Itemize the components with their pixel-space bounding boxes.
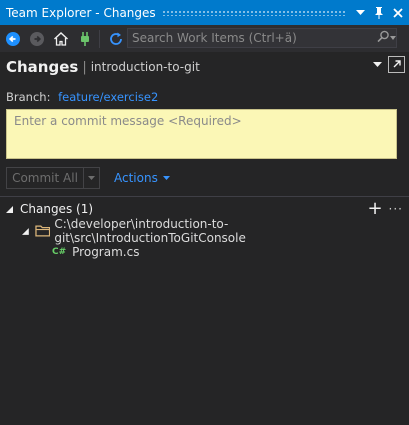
search-icon bbox=[376, 30, 390, 46]
back-icon[interactable] bbox=[2, 28, 24, 50]
more-options-button[interactable]: ··· bbox=[389, 202, 403, 216]
header-separator: | bbox=[82, 59, 87, 75]
page-header: Changes | introduction-to-git bbox=[0, 52, 409, 82]
pin-icon[interactable] bbox=[371, 5, 387, 21]
close-icon[interactable] bbox=[390, 5, 406, 21]
section-divider bbox=[0, 196, 409, 197]
section-actions: + ··· bbox=[367, 199, 403, 219]
changes-section-label: Changes (1) bbox=[20, 202, 94, 216]
commit-all-button[interactable]: Commit All bbox=[6, 167, 84, 189]
team-explorer-toolbar bbox=[0, 25, 409, 52]
titlebar-grip[interactable] bbox=[161, 9, 346, 16]
home-icon[interactable] bbox=[50, 28, 72, 50]
repository-name: introduction-to-git bbox=[90, 60, 200, 74]
actions-label: Actions bbox=[114, 171, 158, 185]
folder-icon bbox=[35, 225, 50, 237]
collapse-triangle-icon[interactable] bbox=[22, 227, 29, 235]
commit-message-input[interactable] bbox=[7, 110, 396, 158]
window-title: Team Explorer - Changes bbox=[6, 5, 156, 20]
chevron-down-icon[interactable] bbox=[352, 5, 368, 21]
branch-row: Branch: feature/exercise2 bbox=[6, 90, 158, 104]
stage-all-button[interactable]: + bbox=[367, 200, 382, 218]
collapse-triangle-icon[interactable] bbox=[6, 205, 16, 213]
page-title[interactable]: Changes bbox=[0, 58, 78, 76]
commit-message-box[interactable] bbox=[6, 109, 397, 159]
branch-label: Branch: bbox=[6, 90, 51, 104]
tree-folder-item[interactable]: C:\developer\introduction-to-git\src\Int… bbox=[22, 217, 409, 245]
search-work-items-field[interactable] bbox=[127, 28, 397, 48]
chevron-down-icon bbox=[373, 61, 382, 67]
file-name: Program.cs bbox=[72, 245, 140, 259]
chevron-down-icon bbox=[88, 176, 95, 180]
chevron-down-icon bbox=[389, 36, 396, 40]
header-actions bbox=[373, 56, 405, 73]
refresh-icon[interactable] bbox=[105, 28, 127, 50]
forward-icon[interactable] bbox=[26, 28, 48, 50]
plug-icon[interactable] bbox=[74, 28, 96, 50]
actions-menu[interactable]: Actions bbox=[114, 171, 170, 185]
changes-section-header[interactable]: Changes (1) + ··· bbox=[0, 199, 409, 219]
toolbar-separator bbox=[99, 29, 100, 48]
undock-icon[interactable] bbox=[388, 56, 405, 73]
tree-file-item[interactable]: C# Program.cs bbox=[52, 243, 139, 261]
page-menu-dropdown[interactable] bbox=[373, 61, 382, 68]
window-titlebar: Team Explorer - Changes bbox=[0, 0, 409, 25]
search-input[interactable] bbox=[128, 31, 376, 45]
commit-options-dropdown[interactable] bbox=[84, 167, 100, 189]
csharp-file-icon: C# bbox=[52, 247, 67, 257]
search-dropdown[interactable] bbox=[376, 30, 396, 46]
commit-actions-row: Commit All Actions bbox=[6, 167, 170, 189]
branch-link[interactable]: feature/exercise2 bbox=[58, 90, 158, 104]
folder-path: C:\developer\introduction-to-git\src\Int… bbox=[54, 217, 246, 245]
chevron-down-icon bbox=[162, 176, 170, 180]
